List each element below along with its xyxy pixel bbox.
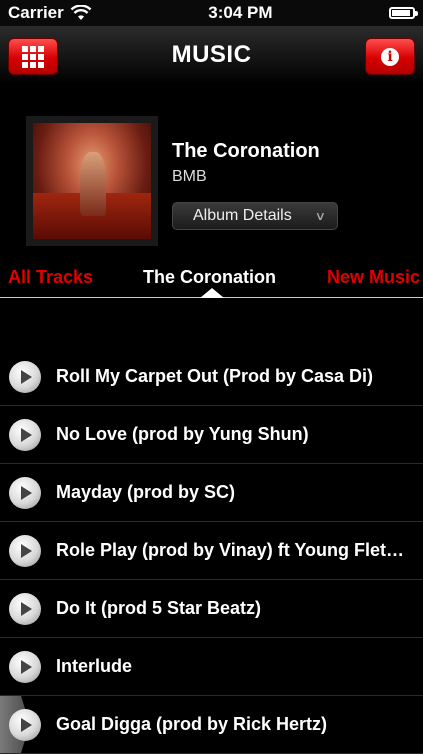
menu-button[interactable] [8, 38, 58, 75]
wifi-icon [70, 5, 92, 20]
selected-tab-indicator [200, 288, 224, 298]
battery-icon [388, 7, 418, 19]
track-row[interactable]: Role Play (prod by Vinay) ft Young Flet… [0, 522, 423, 580]
play-icon[interactable] [9, 534, 41, 567]
album-art-image [33, 123, 151, 239]
play-icon[interactable] [9, 418, 41, 451]
album-header: The Coronation BMB Album Details ∨ [0, 84, 423, 259]
status-bar: Carrier 3:04 PM [0, 0, 423, 26]
track-row[interactable]: Do It (prod 5 Star Beatz) [0, 580, 423, 638]
play-icon[interactable] [9, 592, 41, 625]
navigation-bar: MUSIC i [0, 26, 423, 84]
track-row[interactable]: No Love (prod by Yung Shun) [0, 406, 423, 464]
tab-the-coronation[interactable]: The Coronation [143, 267, 276, 288]
track-row[interactable]: Goal Digga (prod by Rick Hertz) [0, 696, 423, 754]
battery-fill [391, 10, 410, 16]
track-title: No Love (prod by Yung Shun) [56, 424, 309, 444]
status-time: 3:04 PM [208, 3, 273, 22]
grid-menu-icon [22, 45, 44, 68]
track-row[interactable]: Roll My Carpet Out (Prod by Casa Di) [0, 348, 423, 406]
album-details-button[interactable]: Album Details ∨ [172, 202, 338, 230]
carrier-label: Carrier [8, 3, 64, 22]
track-title: Role Play (prod by Vinay) ft Young Flet… [56, 540, 405, 560]
album-title: The Coronation [172, 140, 320, 162]
track-title: Roll My Carpet Out (Prod by Casa Di) [56, 366, 374, 386]
tab-bar: All Tracks The Coronation New Music [0, 259, 423, 298]
info-icon: i [381, 47, 399, 66]
track-title: Mayday (prod by SC) [56, 482, 236, 502]
tab-all-tracks[interactable]: All Tracks [8, 267, 93, 288]
info-button[interactable]: i [365, 38, 415, 75]
album-details-label: Album Details [193, 207, 292, 224]
track-title: Goal Digga (prod by Rick Hertz) [56, 714, 328, 734]
play-icon[interactable] [9, 360, 41, 393]
album-artist: BMB [172, 168, 207, 185]
track-list: Roll My Carpet Out (Prod by Casa Di) No … [0, 348, 423, 754]
track-row[interactable]: Interlude [0, 638, 423, 696]
play-icon[interactable] [9, 476, 41, 509]
page-title: MUSIC [171, 41, 252, 68]
status-left: Carrier [8, 3, 92, 23]
track-row[interactable]: Mayday (prod by SC) [0, 464, 423, 522]
chevron-down-icon: ∨ [314, 209, 327, 223]
track-title: Do It (prod 5 Star Beatz) [56, 598, 262, 618]
tab-new-music[interactable]: New Music [327, 267, 420, 288]
play-icon[interactable] [9, 650, 41, 683]
album-cover [26, 116, 158, 246]
play-icon[interactable] [9, 708, 41, 741]
track-title: Interlude [56, 656, 133, 676]
